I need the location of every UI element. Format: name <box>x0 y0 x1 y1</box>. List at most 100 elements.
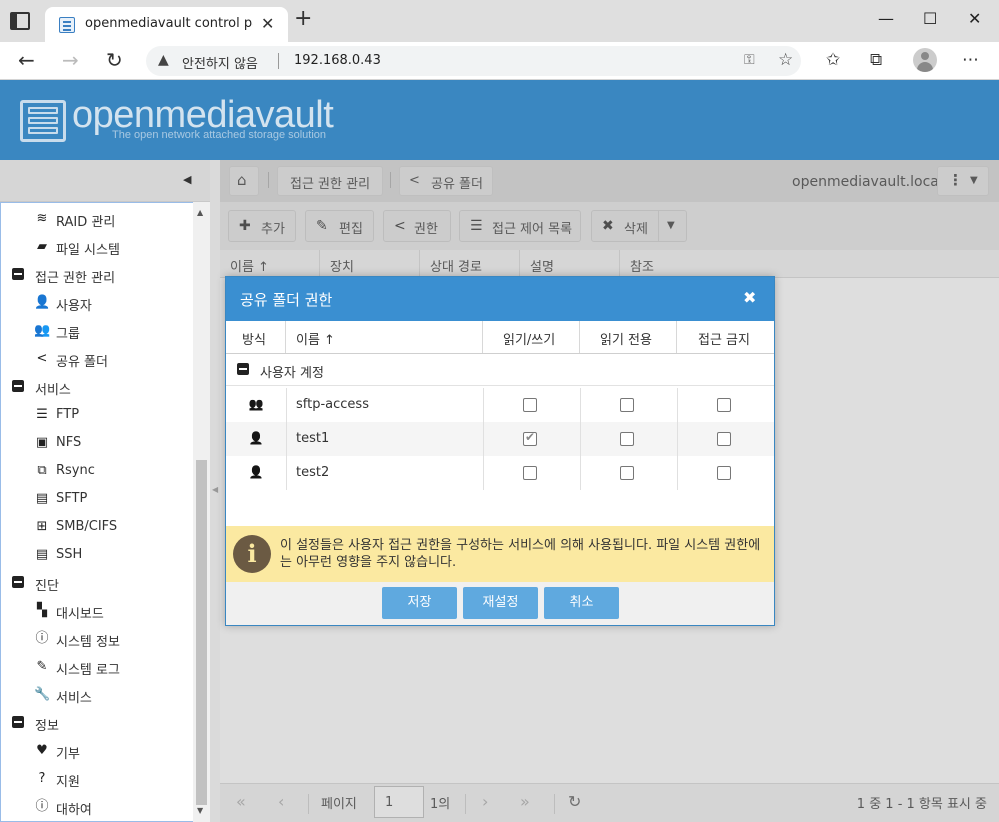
nav-item-label: 사용자 <box>56 299 92 314</box>
more-menu-icon[interactable]: ⋯ <box>962 50 979 70</box>
column-header-no-access[interactable]: 접근 금지 <box>677 321 774 353</box>
nav-item[interactable]: 👤 사용자 <box>1 289 193 317</box>
nav-item-label: 지원 <box>56 775 80 790</box>
collections-icon[interactable]: ⧉ <box>870 50 882 70</box>
nav-item-label: 접근 권한 관리 <box>35 271 116 286</box>
nav-item[interactable]: 정보 <box>1 709 193 737</box>
url-field[interactable]: ▲ 안전하지 않음 192.168.0.43 ⚿ ☆ <box>146 46 801 76</box>
privilege-row[interactable]: 👤 test2 <box>226 456 774 490</box>
splitter-grip-icon[interactable]: ◀ <box>212 485 218 494</box>
new-tab-button[interactable]: + <box>294 8 312 30</box>
favorites-icon[interactable]: ✩ <box>826 50 840 70</box>
read-write-checkbox[interactable] <box>523 466 537 480</box>
add-favorite-icon[interactable]: ☆ <box>778 50 793 70</box>
raid-icon: ≋ <box>36 211 48 226</box>
reset-button[interactable]: 재설정 <box>463 587 538 619</box>
nav-item[interactable]: < 공유 폴더 <box>1 345 193 373</box>
nav-item[interactable]: ✎ 시스템 로그 <box>1 653 193 681</box>
minus-box-icon[interactable] <box>10 715 26 732</box>
nav-item[interactable]: ⓘ 시스템 정보 <box>1 625 193 653</box>
dashboard-icon: ▚ <box>37 603 47 618</box>
nav-item[interactable]: 접근 권한 관리 <box>1 261 193 289</box>
column-header-name[interactable]: 이름 ↑ <box>286 321 483 353</box>
nav-item[interactable]: ▣ NFS <box>1 429 193 457</box>
nav-item[interactable]: ☰ FTP <box>1 401 193 429</box>
read-only-checkbox[interactable] <box>620 466 634 480</box>
nav-item-label: 서비스 <box>56 691 92 706</box>
nav-item[interactable]: ♥ 기부 <box>1 737 193 765</box>
read-only-checkbox[interactable] <box>620 432 634 446</box>
minus-box-icon[interactable] <box>10 379 26 396</box>
url-text[interactable]: 192.168.0.43 <box>294 53 381 68</box>
insecure-label[interactable]: 안전하지 않음 <box>182 53 258 72</box>
minus-box-icon[interactable] <box>10 575 26 592</box>
nav-scrollbar[interactable]: ▲ ▼ <box>193 202 210 822</box>
group-header-row[interactable]: 사용자 계정 <box>226 354 774 386</box>
column-header-read-only[interactable]: 읽기 전용 <box>580 321 677 353</box>
collapse-group-icon[interactable] <box>237 363 249 375</box>
profile-avatar[interactable] <box>913 48 937 72</box>
forward-icon[interactable]: → <box>62 48 79 72</box>
nav-item[interactable]: ⧉ Rsync <box>1 457 193 485</box>
collapse-nav-icon[interactable]: ◀ <box>183 173 191 186</box>
cancel-button[interactable]: 취소 <box>544 587 619 619</box>
nav-item-label: 기부 <box>56 747 80 762</box>
browser-tab[interactable]: openmediavault control panel - c ✕ <box>45 7 288 42</box>
nav-item[interactable]: ▰ 파일 시스템 <box>1 233 193 261</box>
nav-item[interactable]: 진단 <box>1 569 193 597</box>
read-only-checkbox[interactable] <box>620 398 634 412</box>
column-header-type[interactable]: 방식 <box>226 321 286 353</box>
nav-item[interactable]: ⊞ SMB/CIFS <box>1 513 193 541</box>
nav-item[interactable]: ▚ 대시보드 <box>1 597 193 625</box>
no-access-checkbox[interactable] <box>717 466 731 480</box>
column-header-read-write[interactable]: 읽기/쓰기 <box>483 321 580 353</box>
key-icon[interactable]: ⚿ <box>744 52 755 68</box>
tab-close-icon[interactable]: ✕ <box>261 14 274 33</box>
url-divider <box>278 53 279 69</box>
nav-item-label: 그룹 <box>56 327 80 342</box>
nav-item[interactable]: ≋ RAID 관리 <box>1 205 193 233</box>
scroll-thumb[interactable] <box>196 460 207 805</box>
nav-splitter[interactable]: ◀ <box>210 160 220 822</box>
back-icon[interactable]: ← <box>18 48 35 72</box>
nav-item[interactable]: ? 지원 <box>1 765 193 793</box>
omv-favicon-icon <box>59 17 75 33</box>
no-access-checkbox[interactable] <box>717 432 731 446</box>
nav-item[interactable]: 서비스 <box>1 373 193 401</box>
minimize-icon[interactable]: — <box>878 9 894 28</box>
omv-logo-icon <box>20 100 66 142</box>
nav-item[interactable]: ▤ SSH <box>1 541 193 569</box>
column-label: 이름 ↑ <box>296 333 335 348</box>
close-icon[interactable]: ✖ <box>743 288 756 307</box>
nav-item[interactable]: 🔧 서비스 <box>1 681 193 709</box>
ftp-icon: ☰ <box>36 407 48 422</box>
window-close-icon[interactable]: ✕ <box>968 9 981 28</box>
nav-item[interactable]: 👥 그룹 <box>1 317 193 345</box>
privilege-row[interactable]: 👤 test1 <box>226 422 774 456</box>
privilege-row[interactable]: 👥 sftp-access <box>226 388 774 422</box>
scroll-down-icon[interactable]: ▼ <box>197 806 203 815</box>
read-write-checkbox[interactable] <box>523 398 537 412</box>
dialog-header[interactable]: 공유 폴더 권한 ✖ <box>226 277 774 321</box>
column-label: 접근 금지 <box>698 333 750 348</box>
nav-item[interactable]: ⓘ 대하여 <box>1 793 193 821</box>
user-icon: 👤 <box>248 431 264 445</box>
nav-item[interactable]: ▤ SFTP <box>1 485 193 513</box>
browser-tab-bar: openmediavault control panel - c ✕ + — ☐… <box>0 0 999 42</box>
no-access-checkbox[interactable] <box>717 398 731 412</box>
read-write-checkbox[interactable] <box>523 430 537 446</box>
folder-icon: ▰ <box>37 239 47 254</box>
user-icon: 👤 <box>248 465 264 479</box>
privilege-name: test1 <box>296 431 330 446</box>
warning-icon[interactable]: ▲ <box>158 52 169 68</box>
minus-box-icon[interactable] <box>10 267 26 284</box>
group-label: 사용자 계정 <box>260 366 324 381</box>
nav-item-label: RAID 관리 <box>56 215 116 230</box>
omv-header: openmediavault The open network attached… <box>0 80 999 160</box>
nav-item-label: 파일 시스템 <box>56 243 120 258</box>
scroll-up-icon[interactable]: ▲ <box>197 208 203 217</box>
maximize-icon[interactable]: ☐ <box>923 9 937 28</box>
tab-actions-icon[interactable] <box>10 12 30 30</box>
reload-icon[interactable]: ↻ <box>106 48 123 72</box>
save-button[interactable]: 저장 <box>382 587 457 619</box>
